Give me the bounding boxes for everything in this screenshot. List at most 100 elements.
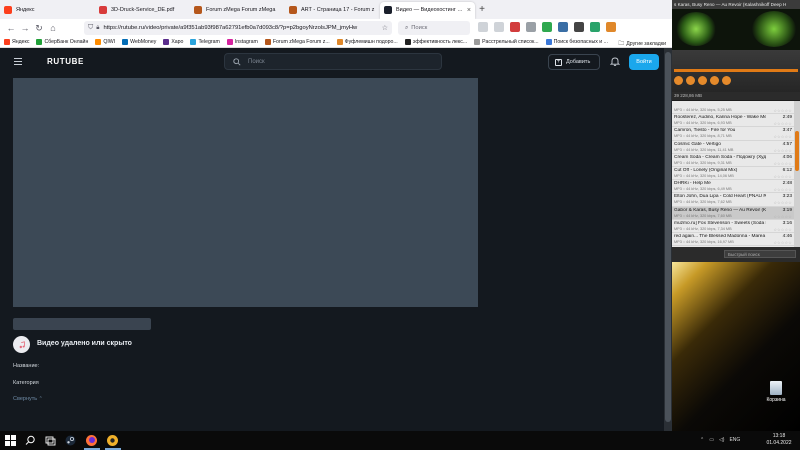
volume-icon[interactable]: ◁) [719,437,725,443]
scrollbar-thumb[interactable] [665,52,671,422]
rutube-search-input[interactable]: Поиск [224,53,442,70]
scrollbar-thumb[interactable] [795,131,799,171]
bookmark-qiwi[interactable]: QIWI [95,39,115,45]
playlist-item[interactable]: red again... The Blessed Madonna - Marea… [672,233,794,247]
playlist-item[interactable]: Roosterez, Audino, Karina Hope - Wake Me… [672,114,794,128]
forward-arrow-icon[interactable]: → [18,23,32,33]
bookmark-haro[interactable]: Харо [163,39,183,45]
aimp-buttons [674,76,731,85]
pause-icon[interactable] [698,76,707,85]
video-player-placeholder[interactable] [13,78,478,307]
rating-stars-icon[interactable]: ☆☆☆☆☆ [773,161,792,166]
show-hidden-icons-icon[interactable]: ⌃ [700,437,704,443]
bell-icon[interactable] [610,56,620,66]
playlist-item[interactable]: DHRKi - Help Me 2:48 MP3 :: 44 kHz, 320 kb… [672,180,794,194]
bookmark-fuflemishn[interactable]: Фуфлемишн подоро... [336,39,398,45]
extension-red-icon[interactable] [510,22,520,32]
playlist-item[interactable]: muzmo.ru] Fox Stevenson - Sweets (Soda P… [672,220,794,233]
back-arrow-icon[interactable]: ← [4,23,18,33]
prev-icon[interactable] [674,76,683,85]
close-tab-icon[interactable]: × [467,7,471,14]
playlist-item[interactable]: Cream Soda - Cream Soda - Подожгу (Худож… [672,154,794,167]
playlist-item[interactable]: Camron, Tiesto - Fire for You 3:47 MP3 :: … [672,127,794,141]
steam-icon[interactable] [64,434,77,447]
playlist-item[interactable]: Elton John, Dua Lipa - Cold Heart (PNAU … [672,193,794,207]
home-icon[interactable]: ⌂ [46,23,60,33]
reload-icon[interactable]: ↻ [32,23,46,34]
tab-yandex[interactable]: Яндекс [0,2,95,19]
search-icon[interactable] [24,434,37,447]
tab-forum-zmega[interactable]: Forum zMega Forum zMega [190,2,285,19]
tab-rutube[interactable]: Видео — Видеохостинг Rutube × [380,1,475,19]
aimp-playlist-scrollbar[interactable] [794,101,800,247]
aimp-seek-bar[interactable] [674,69,798,72]
stop-icon[interactable] [710,76,719,85]
navigation-toolbar: ← → ↻ ⌂ ⛉ 🔒︎ https://rutube.ru/video/pri… [0,19,672,37]
collapse-link[interactable]: Свернуть ⌃ [13,396,43,402]
page-scrollbar[interactable] [664,48,672,431]
language-indicator[interactable]: ENG [729,437,740,443]
bookmark-poisk[interactable]: Поиск безопасных и ... [545,39,608,45]
next-icon[interactable] [722,76,731,85]
download-icon[interactable] [478,22,488,32]
bookmark-sberbank[interactable]: СберБанк Онлайн [36,39,88,45]
aimp-icon[interactable] [106,434,119,447]
clock[interactable]: 13:18 01.04.2022 [762,433,796,447]
rating-stars-icon[interactable]: ☆☆☆☆☆ [773,148,792,153]
category-label: Категория [13,380,39,386]
url-text[interactable]: https://rutube.ru/video/private/a9f351ab… [103,25,381,31]
bookmark-instagram[interactable]: Instagram [226,39,258,45]
extension-green2-icon[interactable] [590,22,600,32]
extension-green-icon[interactable] [542,22,552,32]
tab-forum-art[interactable]: ART - Страница 17 - Forum z [285,2,380,19]
aimp-quick-search-input[interactable]: Быстрый поиск [724,250,796,258]
clock-date: 01.04.2022 [766,440,792,446]
bookmark-effektivnost[interactable]: эффективность лекс... [404,39,467,45]
rating-stars-icon[interactable]: ☆☆☆☆☆ [773,134,792,139]
bookmark-telegram[interactable]: Telegram [190,39,220,45]
library-icon[interactable] [494,22,504,32]
firefox-icon[interactable] [85,434,98,447]
rating-stars-icon[interactable]: ☆☆☆☆☆ [773,227,792,232]
bookmark-webmoney[interactable]: WebMoney [122,39,156,45]
shield-icon[interactable]: ⛉ [88,24,93,32]
playlist-item-selected[interactable]: Gabor & Karas, Busy Reno — Au Revoir (Ka… [672,206,794,220]
playlist-item[interactable]: Cosmic Gate - Vertigo 4:57 MP3 :: 44 kHz, … [672,141,794,154]
rating-stars-icon[interactable]: ☆☆☆☆☆ [773,240,792,245]
rating-stars-icon[interactable]: ☆☆☆☆☆ [773,187,792,192]
login-button[interactable]: Войти [629,54,659,70]
playlist-item[interactable]: Cut Off - Lonely (Original Mix) 6:12 MP3 :… [672,167,794,181]
tab-3d-druck-pdf[interactable]: 3D-Druck-Service_DE.pdf [95,2,190,19]
new-tab-button[interactable]: + [475,4,489,15]
play-icon[interactable] [686,76,695,85]
bookmark-yandex[interactable]: Яндекс [4,39,29,45]
add-video-button[interactable]: + Добавить [548,54,600,70]
extension-dark-icon[interactable] [574,22,584,32]
recycle-bin[interactable]: Корзина [763,381,789,403]
extension-orange-icon[interactable] [606,22,616,32]
menu-icon[interactable] [14,58,22,65]
rating-stars-icon[interactable]: ☆☆☆☆☆ [773,108,792,113]
tab-title: Яндекс [16,7,35,13]
rating-stars-icon[interactable]: ☆☆☆☆☆ [773,174,792,179]
rating-stars-icon[interactable]: ☆☆☆☆☆ [773,121,792,126]
rutube-logo[interactable]: RUTUBE [47,57,84,66]
sberbank-icon [36,39,43,45]
network-icon[interactable]: ▭ [709,437,714,443]
lock-icon[interactable]: 🔒︎ [96,25,99,32]
avatar[interactable] [13,336,30,353]
task-view-icon[interactable] [44,434,57,447]
bookmark-rasstrelny[interactable]: Расстрельный список... [474,39,539,45]
search-field[interactable]: ⌕ Поиск [398,21,470,35]
playlist-item[interactable]: MP3 :: 44 kHz, 320 kbps, 5,25 MB ☆☆☆☆☆ [672,101,794,115]
windows-start-icon[interactable] [4,434,17,447]
recycle-bin-label: Корзина [766,397,786,403]
rating-stars-icon[interactable]: ☆☆☆☆☆ [773,200,792,205]
bookmark-star-icon[interactable]: ☆ [382,24,388,32]
extension-gear-icon[interactable] [526,22,536,32]
extension-blue-icon[interactable] [558,22,568,32]
bookmark-forum-zmega[interactable]: Forum zMega Forum z... [264,39,330,45]
rating-stars-icon[interactable]: ☆☆☆☆☆ [773,214,792,219]
address-bar[interactable]: ⛉ 🔒︎ https://rutube.ru/video/private/a9f… [84,21,392,35]
search-placeholder: Поиск [411,25,428,31]
